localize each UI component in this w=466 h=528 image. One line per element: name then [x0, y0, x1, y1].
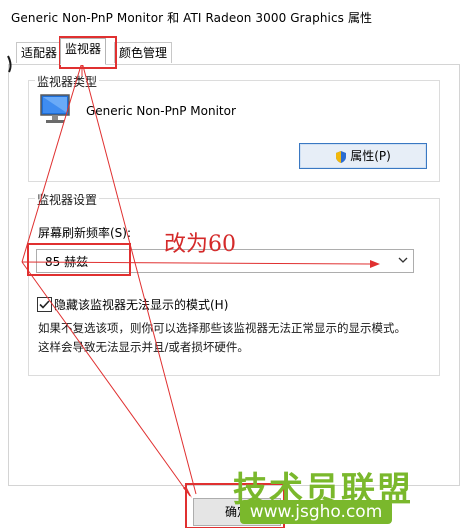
help-text-line2: 这样会导致无法显示并且/或者损坏硬件。: [38, 340, 249, 354]
annotation-text: 改为60: [164, 232, 236, 257]
tab-strip: 适配器 监视器 颜色管理: [0, 38, 466, 65]
tab-color-management-label: 颜色管理: [119, 46, 168, 60]
monitor-icon: [40, 94, 70, 123]
monitor-settings-group-title: 监视器设置: [35, 191, 100, 208]
refresh-rate-value: 85 赫兹: [45, 255, 89, 269]
checkmark-icon: [39, 300, 50, 309]
chevron-down-icon: [398, 257, 408, 263]
hide-modes-label[interactable]: 隐藏该监视器无法显示的模式(H): [54, 296, 228, 313]
tab-color-management[interactable]: 颜色管理: [114, 42, 173, 63]
tab-adapter-label: 适配器: [21, 46, 58, 60]
tab-adapter[interactable]: 适配器: [16, 42, 63, 63]
hide-modes-checkbox[interactable]: [37, 297, 52, 312]
shield-icon: [336, 150, 347, 163]
window-title: Generic Non-PnP Monitor 和 ATI Radeon 300…: [11, 11, 373, 25]
properties-button[interactable]: 属性(P): [299, 143, 427, 169]
refresh-rate-label: 屏幕刷新频率(S):: [38, 226, 132, 240]
properties-button-label: 属性(P): [350, 149, 391, 163]
title-bar: Generic Non-PnP Monitor 和 ATI Radeon 300…: [0, 0, 466, 34]
monitor-type-group-title: 监视器类型: [35, 73, 100, 90]
watermark-url: www.jsgho.com: [240, 500, 392, 524]
help-text-line1: 如果不复选该项，则你可以选择那些该监视器无法正常显示的显示模式。: [38, 321, 406, 335]
tab-monitor-label: 监视器: [65, 42, 102, 56]
tab-monitor[interactable]: 监视器: [60, 38, 107, 65]
monitor-name: Generic Non-PnP Monitor: [86, 104, 236, 118]
